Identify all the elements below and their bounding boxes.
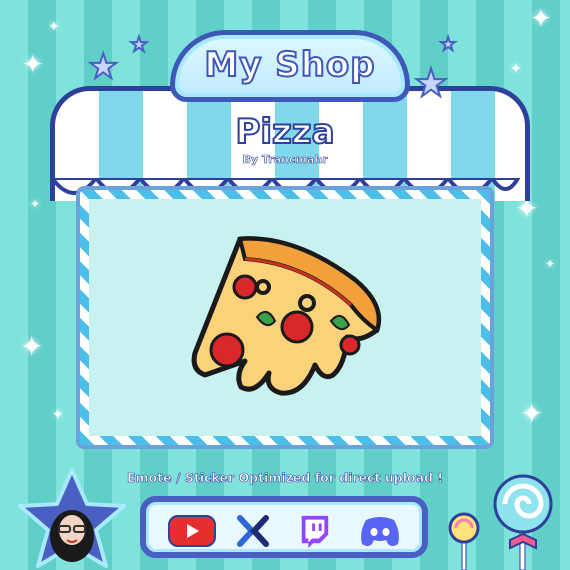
sparkle-icon: ✦ xyxy=(48,19,60,35)
shop-sign-title: My Shop xyxy=(203,44,376,86)
sparkle-icon: ✦ xyxy=(30,197,41,211)
sparkle-icon: ✦ xyxy=(510,61,522,77)
pizza-slice-image xyxy=(191,236,382,396)
youtube-icon[interactable] xyxy=(168,514,216,548)
product-title: Pizza xyxy=(234,111,335,153)
sparkle-icon: ✦ xyxy=(520,397,544,430)
streamelements-icon[interactable] xyxy=(236,514,270,548)
star-icon: ★ xyxy=(439,34,457,55)
sparkle-icon: ✦ xyxy=(52,407,64,423)
avatar xyxy=(18,468,126,568)
star-icon: ★ xyxy=(129,32,149,56)
star-icon: ★ xyxy=(413,61,449,105)
sparkle-icon: ✦ xyxy=(22,50,44,80)
lollipop-icon xyxy=(493,474,553,570)
shop-banner: ✦ ✦ ✦ ✦ ✦ ✦ ✦ ✦ ✦ ✦ Pizza By Trancmahr M… xyxy=(0,0,570,570)
discord-icon[interactable] xyxy=(358,514,402,548)
sparkle-icon: ✦ xyxy=(530,4,552,34)
star-icon: ★ xyxy=(87,47,120,87)
sparkle-icon: ✦ xyxy=(545,257,556,271)
shop-sign: My Shop xyxy=(170,30,410,102)
twitch-icon[interactable] xyxy=(296,514,332,548)
social-links-bar xyxy=(140,496,428,558)
product-byline: By Trancmahr xyxy=(242,153,328,167)
lollipop-icon xyxy=(448,512,480,570)
sparkle-icon: ✦ xyxy=(20,330,44,363)
